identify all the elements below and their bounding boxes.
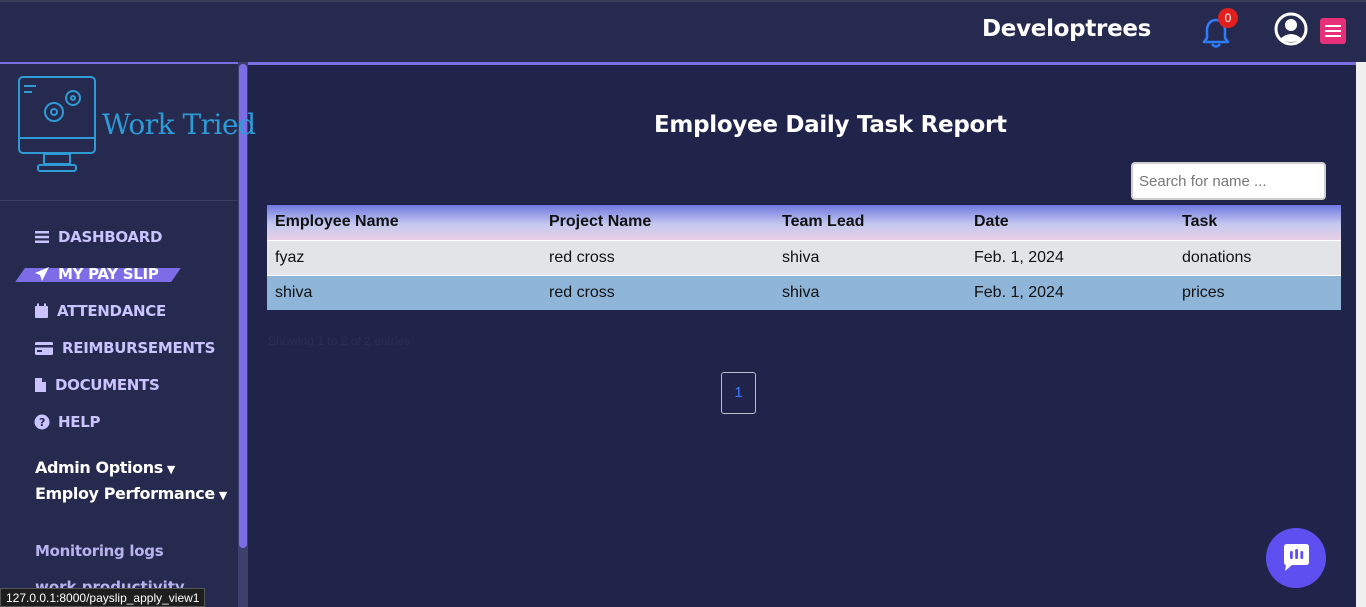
calendar-icon — [35, 303, 48, 318]
hamburger-menu-button[interactable] — [1320, 18, 1346, 44]
sidebar-divider — [0, 200, 238, 201]
cell-team-lead: shiva — [774, 240, 966, 276]
entries-info: Showing 1 to 2 of 2 entries — [268, 334, 411, 348]
admin-options-dropdown[interactable]: Admin Options ▼ — [35, 458, 175, 477]
cell-task: prices — [1174, 275, 1341, 310]
chat-button[interactable] — [1266, 528, 1326, 588]
cell-project-name: red cross — [541, 275, 774, 310]
column-header-date[interactable]: Date — [966, 205, 1174, 241]
sidebar-item-label: REIMBURSEMENTS — [62, 339, 216, 357]
notification-badge: 0 — [1218, 8, 1238, 28]
table-header-row: Employee Name Project Name Team Lead Dat… — [267, 205, 1341, 241]
paper-plane-icon — [35, 267, 49, 281]
cell-date: Feb. 1, 2024 — [966, 240, 1174, 276]
svg-text:?: ? — [39, 416, 45, 429]
sidebar-item-label: MY PAY SLIP — [58, 265, 159, 283]
search-input[interactable] — [1131, 162, 1326, 200]
caret-down-icon: ▼ — [166, 463, 175, 476]
sidebar-item-attendance[interactable]: ATTENDANCE — [34, 300, 166, 322]
page-scrollbar-track[interactable] — [1356, 62, 1366, 607]
logo-text: Work Tried — [102, 108, 256, 141]
admin-options-label: Admin Options — [35, 458, 163, 477]
column-header-team-lead[interactable]: Team Lead — [774, 205, 966, 241]
cell-project-name: red cross — [541, 240, 774, 276]
column-header-employee-name[interactable]: Employee Name — [267, 205, 541, 241]
top-bar — [0, 0, 1366, 62]
employ-performance-label: Employ Performance — [35, 484, 215, 503]
cell-task: donations — [1174, 240, 1341, 276]
file-icon — [35, 378, 46, 392]
table-row[interactable]: fyaz red cross shiva Feb. 1, 2024 donati… — [267, 240, 1341, 276]
column-header-project-name[interactable]: Project Name — [541, 205, 774, 241]
sidebar-item-help[interactable]: ? HELP — [34, 411, 100, 433]
cell-employee-name: fyaz — [267, 240, 541, 276]
cell-date: Feb. 1, 2024 — [966, 275, 1174, 310]
credit-card-icon — [35, 341, 53, 355]
brand-name: Developtrees — [982, 16, 1152, 42]
employ-performance-dropdown[interactable]: Employ Performance ▼ — [35, 484, 227, 503]
caret-down-icon: ▼ — [218, 489, 227, 502]
sidebar-item-my-pay-slip[interactable]: MY PAY SLIP — [34, 263, 159, 285]
cell-employee-name: shiva — [267, 275, 541, 310]
main-content — [248, 62, 1366, 607]
column-header-task[interactable]: Task — [1174, 205, 1341, 241]
sidebar-item-reimbursements[interactable]: REIMBURSEMENTS — [34, 337, 215, 359]
monitoring-logs-link[interactable]: Monitoring logs — [35, 542, 164, 560]
list-icon — [35, 231, 49, 243]
cell-team-lead: shiva — [774, 275, 966, 310]
sidebar-item-label: DOCUMENTS — [55, 376, 160, 394]
pagination-page-button[interactable]: 1 — [721, 372, 756, 414]
page-title: Employee Daily Task Report — [654, 112, 1007, 138]
table-row[interactable]: shiva red cross shiva Feb. 1, 2024 price… — [267, 275, 1341, 310]
sidebar-item-label: HELP — [58, 413, 101, 431]
status-bar-url: 127.0.0.1:8000/payslip_apply_view1 — [0, 588, 206, 607]
chat-bubble-icon — [1284, 544, 1309, 571]
sidebar-item-documents[interactable]: DOCUMENTS — [34, 374, 160, 396]
task-report-table: Employee Name Project Name Team Lead Dat… — [267, 205, 1341, 310]
user-avatar-icon[interactable] — [1274, 12, 1308, 46]
question-circle-icon: ? — [34, 414, 50, 430]
sidebar-item-dashboard[interactable]: DASHBOARD — [34, 226, 162, 248]
sidebar-item-label: ATTENDANCE — [57, 302, 166, 320]
sidebar-item-label: DASHBOARD — [58, 228, 163, 246]
